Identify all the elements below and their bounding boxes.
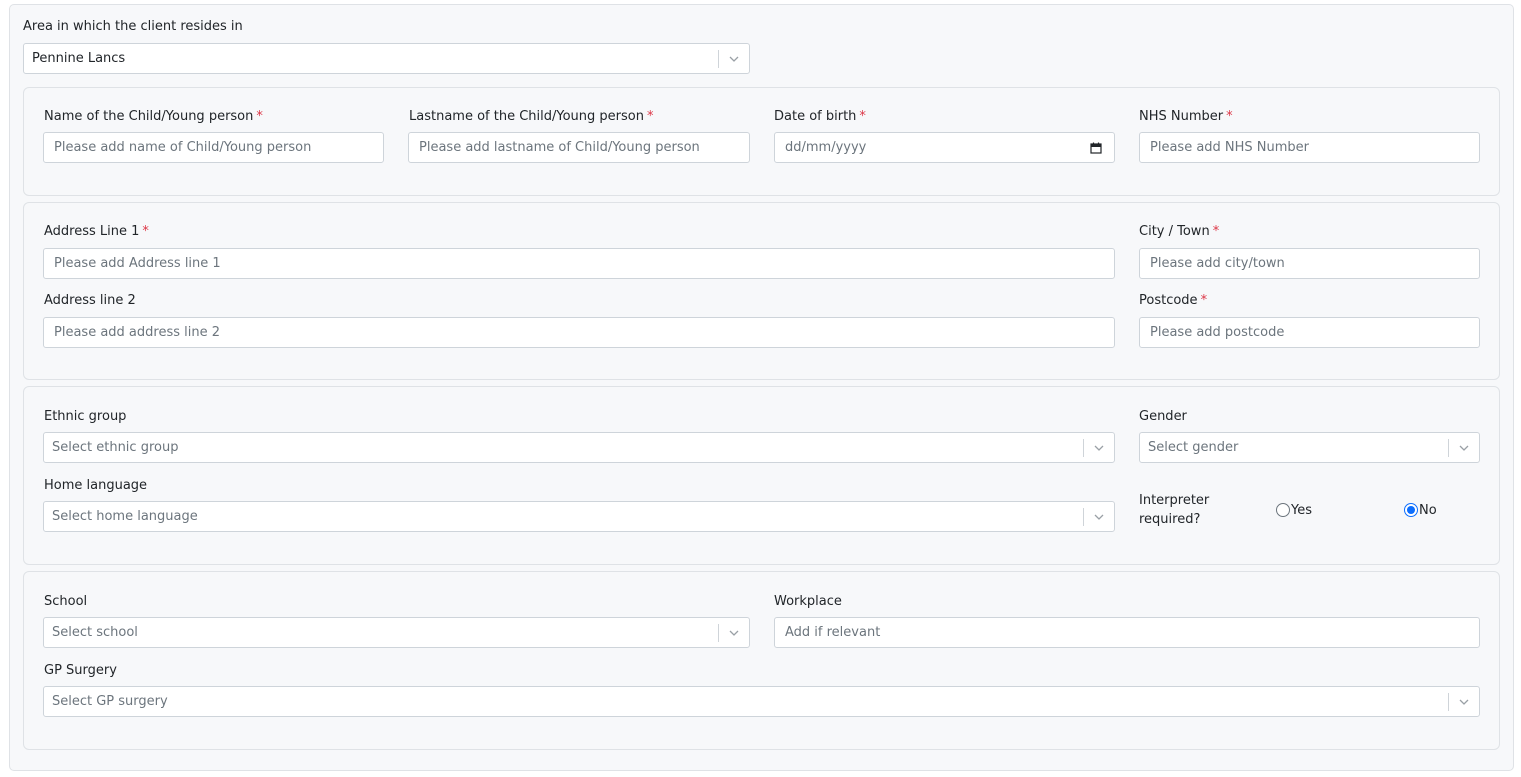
chevron-down-icon[interactable] xyxy=(728,627,740,639)
postcode-input[interactable] xyxy=(1139,317,1480,348)
home-language-label: Home language xyxy=(44,478,148,493)
gp-surgery-placeholder: Select GP surgery xyxy=(52,694,168,709)
gp-surgery-label: GP Surgery xyxy=(44,663,117,678)
last-name-label: Lastname of the Child/Young person * xyxy=(409,109,654,124)
home-language-select[interactable]: Select home language xyxy=(43,501,1115,532)
city-label: City / Town * xyxy=(1139,224,1220,239)
ethnic-group-placeholder: Select ethnic group xyxy=(52,440,179,455)
dob-input[interactable]: dd/mm/yyyy xyxy=(774,132,1115,163)
select-separator xyxy=(1448,439,1449,457)
address-panel: Address Line 1* City / Town* Address lin… xyxy=(23,202,1500,380)
home-language-placeholder: Select home language xyxy=(52,509,198,524)
postcode-label: Postcode * xyxy=(1139,293,1208,308)
first-name-label: Name of the Child/Young person * xyxy=(44,109,263,124)
interpreter-label-line2: required? xyxy=(1139,512,1201,527)
address-line2-input[interactable] xyxy=(43,317,1115,348)
gender-select[interactable]: Select gender xyxy=(1139,432,1480,463)
area-label: Area in which the client resides in xyxy=(23,19,243,34)
calendar-icon[interactable] xyxy=(1090,142,1102,154)
last-name-input[interactable] xyxy=(408,132,750,163)
demographics-panel: Ethnic group Select ethnic group Gender … xyxy=(23,386,1500,565)
select-separator xyxy=(718,50,719,68)
gender-label: Gender xyxy=(1139,409,1187,424)
chevron-down-icon[interactable] xyxy=(1458,442,1470,454)
interpreter-no-radio[interactable] xyxy=(1404,503,1418,517)
interpreter-yes-radio[interactable] xyxy=(1276,503,1290,517)
chevron-down-icon[interactable] xyxy=(728,53,740,65)
dob-label: Date of birth * xyxy=(774,109,866,124)
services-panel: School Select school Workplace GP Surger… xyxy=(23,571,1500,750)
gender-placeholder: Select gender xyxy=(1148,440,1239,455)
client-details-form: Area in which the client resides in Penn… xyxy=(9,4,1514,771)
select-separator xyxy=(1083,508,1084,526)
chevron-down-icon[interactable] xyxy=(1093,511,1105,523)
dob-placeholder: dd/mm/yyyy xyxy=(785,140,867,155)
area-select-value: Pennine Lancs xyxy=(32,51,126,66)
address-line1-label: Address Line 1 * xyxy=(44,224,149,239)
personal-details-panel: Name of the Child/Young person* Lastname… xyxy=(23,87,1500,196)
address-line1-input[interactable] xyxy=(43,248,1115,279)
interpreter-no-label[interactable]: No xyxy=(1419,503,1437,519)
select-separator xyxy=(718,624,719,642)
chevron-down-icon[interactable] xyxy=(1458,696,1470,708)
workplace-label: Workplace xyxy=(774,594,842,609)
interpreter-yes-label[interactable]: Yes xyxy=(1291,503,1312,519)
gp-surgery-select[interactable]: Select GP surgery xyxy=(43,686,1480,717)
nhs-input[interactable] xyxy=(1139,132,1480,163)
select-separator xyxy=(1083,439,1084,457)
city-input[interactable] xyxy=(1139,248,1480,279)
school-label: School xyxy=(44,594,88,609)
ethnic-group-label: Ethnic group xyxy=(44,409,127,424)
address-line2-label: Address line 2 xyxy=(44,293,136,308)
select-separator xyxy=(1448,693,1449,711)
workplace-input[interactable] xyxy=(774,617,1480,648)
area-select[interactable]: Pennine Lancs xyxy=(23,43,750,74)
ethnic-group-select[interactable]: Select ethnic group xyxy=(43,432,1115,463)
nhs-label: NHS Number * xyxy=(1139,109,1233,124)
school-placeholder: Select school xyxy=(52,625,138,640)
chevron-down-icon[interactable] xyxy=(1093,442,1105,454)
school-select[interactable]: Select school xyxy=(43,617,750,648)
interpreter-label-line1: Interpreter xyxy=(1139,493,1210,508)
first-name-input[interactable] xyxy=(43,132,384,163)
